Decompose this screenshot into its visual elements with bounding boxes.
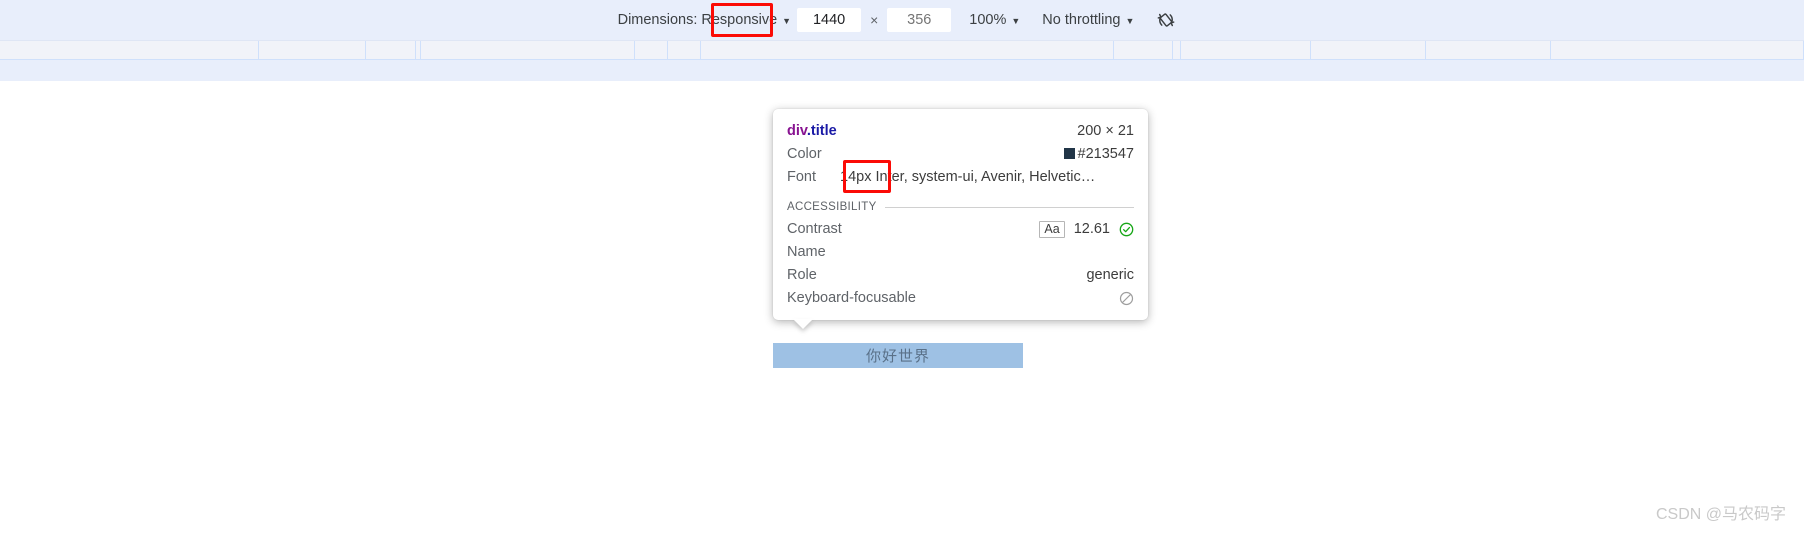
ruler-tick [258,41,259,60]
dimensions-dropdown-label: Dimensions: Responsive [617,12,778,28]
ruler-tick [1180,41,1181,60]
tooltip-accessibility-divider [884,206,1134,208]
viewport-width-input[interactable] [797,8,862,32]
viewport-ruler[interactable] [0,41,1804,60]
ruler-tick [667,41,668,60]
tooltip-contrast-label: Contrast [787,221,842,237]
tooltip-header-row: div.title 200 × 21 [787,120,1134,143]
dimensions-dropdown[interactable]: Dimensions: Responsive ▼ [612,7,798,33]
ruler-tick [415,41,416,60]
tooltip-accessibility-title: ACCESSIBILITY [787,201,877,213]
tooltip-contrast-value: 12.61 [1073,221,1110,237]
contrast-aa-badge: Aa [1039,221,1065,238]
chevron-down-icon: ▼ [1125,15,1135,26]
tooltip-color-row: Color #213547 [787,143,1134,166]
viewport-ruler-gap [0,60,1804,82]
ruler-tick [700,41,701,60]
selector-tag-name: div [787,123,807,139]
dimensions-multiply-symbol: × [870,12,879,28]
not-allowed-icon [1119,291,1134,306]
throttling-dropdown[interactable]: No throttling ▼ [1036,7,1140,33]
device-toolbar: Dimensions: Responsive ▼ × 100% ▼ No thr… [0,0,1804,41]
viewport-height-input[interactable] [887,8,952,32]
inspected-element-text: 你好世界 [865,348,930,365]
ruler-tick [1172,41,1173,60]
ruler-tick [1310,41,1311,60]
tooltip-element-selector: div.title [787,120,837,143]
ruler-tick [1113,41,1114,60]
tooltip-font-value: 14px Inter, system-ui, Avenir, Helvetic… [840,169,1096,185]
element-inspector-tooltip: div.title 200 × 21 Color #213547 Font 14… [773,109,1148,329]
ruler-tick [365,41,366,60]
selector-class-name: .title [806,123,837,139]
inspected-element-highlight[interactable]: 你好世界 [773,343,1023,368]
chevron-down-icon: ▼ [1011,15,1021,26]
check-circle-icon [1119,222,1134,237]
tooltip-role-label: Role [787,267,817,283]
watermark: CSDN @马农码字 [1655,506,1786,523]
chevron-down-icon: ▼ [782,15,792,26]
tooltip-color-value-group: #213547 [1063,143,1134,166]
tooltip-pointer-arrow [793,319,813,329]
tooltip-color-label: Color [787,146,822,162]
tooltip-keyboard-focusable-row: Keyboard-focusable [787,287,1134,310]
tooltip-contrast-value-group: Aa 12.61 [1039,218,1134,241]
device-toolbar-controls: Dimensions: Responsive ▼ × 100% ▼ No thr… [612,0,1181,40]
tooltip-element-dimensions: 200 × 21 [1077,123,1134,139]
tooltip-role-value: generic [1086,267,1134,283]
tooltip-font-label: Font [787,169,817,185]
zoom-dropdown[interactable]: 100% ▼ [963,7,1026,33]
tooltip-keyboard-focusable-label: Keyboard-focusable [787,290,916,306]
throttling-dropdown-label: No throttling [1042,12,1121,28]
ruler-tick [634,41,635,60]
ruler-tick [420,41,421,60]
rotate-device-button[interactable] [1152,7,1180,33]
tooltip-font-row: Font 14px Inter, system-ui, Avenir, Helv… [787,160,1134,193]
page-viewport: div.title 200 × 21 Color #213547 Font 14… [0,82,1804,536]
rotate-device-icon [1157,13,1175,27]
ruler-tick [1550,41,1551,60]
tooltip-name-row: Name [787,241,1134,264]
zoom-dropdown-label: 100% [969,12,1007,28]
tooltip-accessibility-header: ACCESSIBILITY [787,198,1134,216]
color-swatch-icon [1063,148,1075,159]
tooltip-contrast-row: Contrast Aa 12.61 [787,218,1134,241]
ruler-tick [1425,41,1426,60]
tooltip-color-value: #213547 [1077,146,1134,162]
tooltip-name-label: Name [787,244,826,260]
tooltip-role-row: Role generic [787,264,1134,287]
